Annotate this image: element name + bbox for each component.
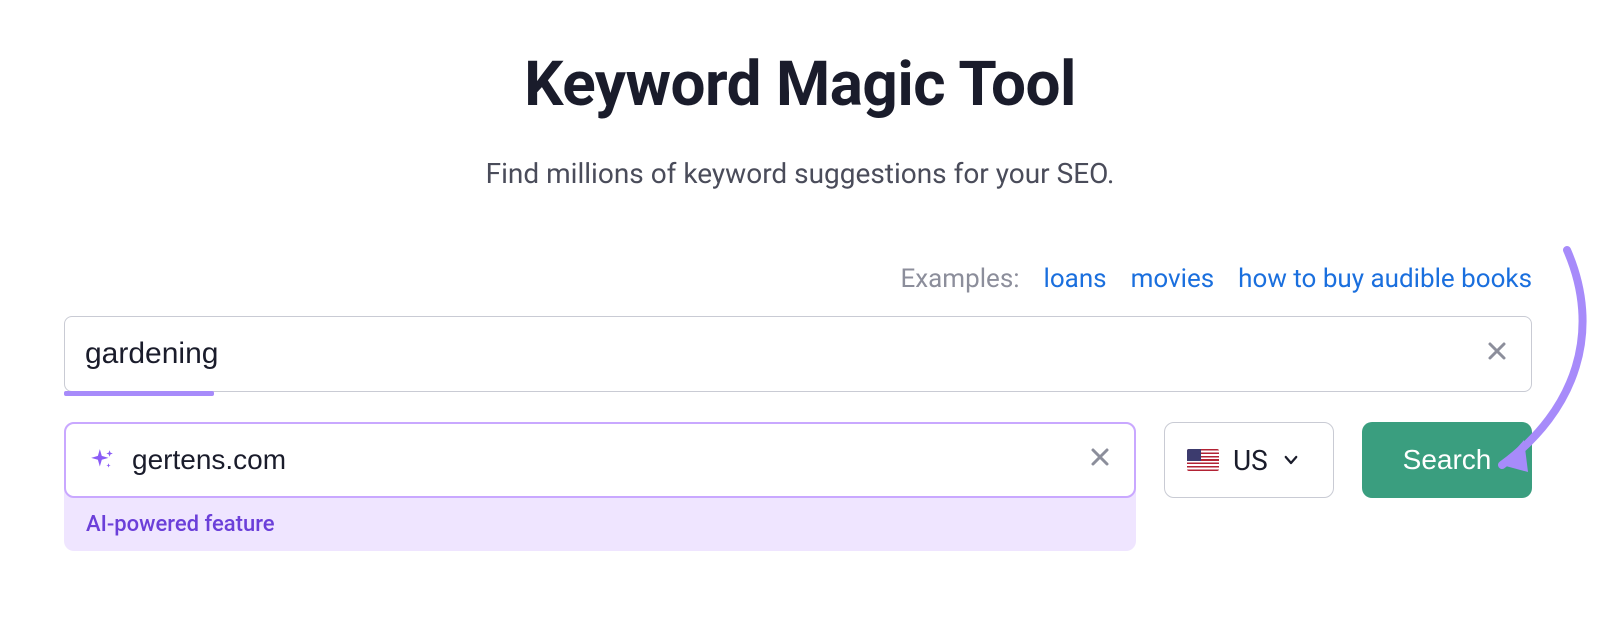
example-link-audible[interactable]: how to buy audible books (1238, 264, 1532, 294)
keyword-clear-icon[interactable] (1485, 339, 1509, 369)
database-selected-label: US (1233, 444, 1268, 477)
ai-feature-caption: AI-powered feature (64, 498, 1136, 537)
flag-us-icon (1187, 449, 1219, 471)
page-title: Keyword Magic Tool (0, 48, 1600, 121)
chevron-down-icon (1282, 451, 1300, 469)
keyword-input[interactable] (85, 337, 1485, 371)
search-button[interactable]: Search (1362, 422, 1532, 498)
keyword-row (64, 316, 1532, 392)
sparkle-icon (88, 446, 116, 474)
domain-input[interactable] (132, 444, 1072, 476)
domain-input-container (64, 422, 1136, 498)
second-row: AI-powered feature US Search (64, 422, 1532, 551)
example-link-movies[interactable]: movies (1131, 264, 1215, 294)
examples-row: Examples: loans movies how to buy audibl… (900, 264, 1532, 294)
page-subtitle: Find millions of keyword suggestions for… (0, 157, 1600, 190)
domain-clear-icon[interactable] (1088, 445, 1112, 475)
keyword-input-container (64, 316, 1532, 392)
keyword-highlight-underline (64, 391, 214, 396)
domain-block: AI-powered feature (64, 422, 1136, 551)
example-link-loans[interactable]: loans (1044, 264, 1107, 294)
page-root: Keyword Magic Tool Find millions of keyw… (0, 0, 1600, 620)
database-select[interactable]: US (1164, 422, 1334, 498)
examples-label: Examples: (900, 264, 1019, 294)
